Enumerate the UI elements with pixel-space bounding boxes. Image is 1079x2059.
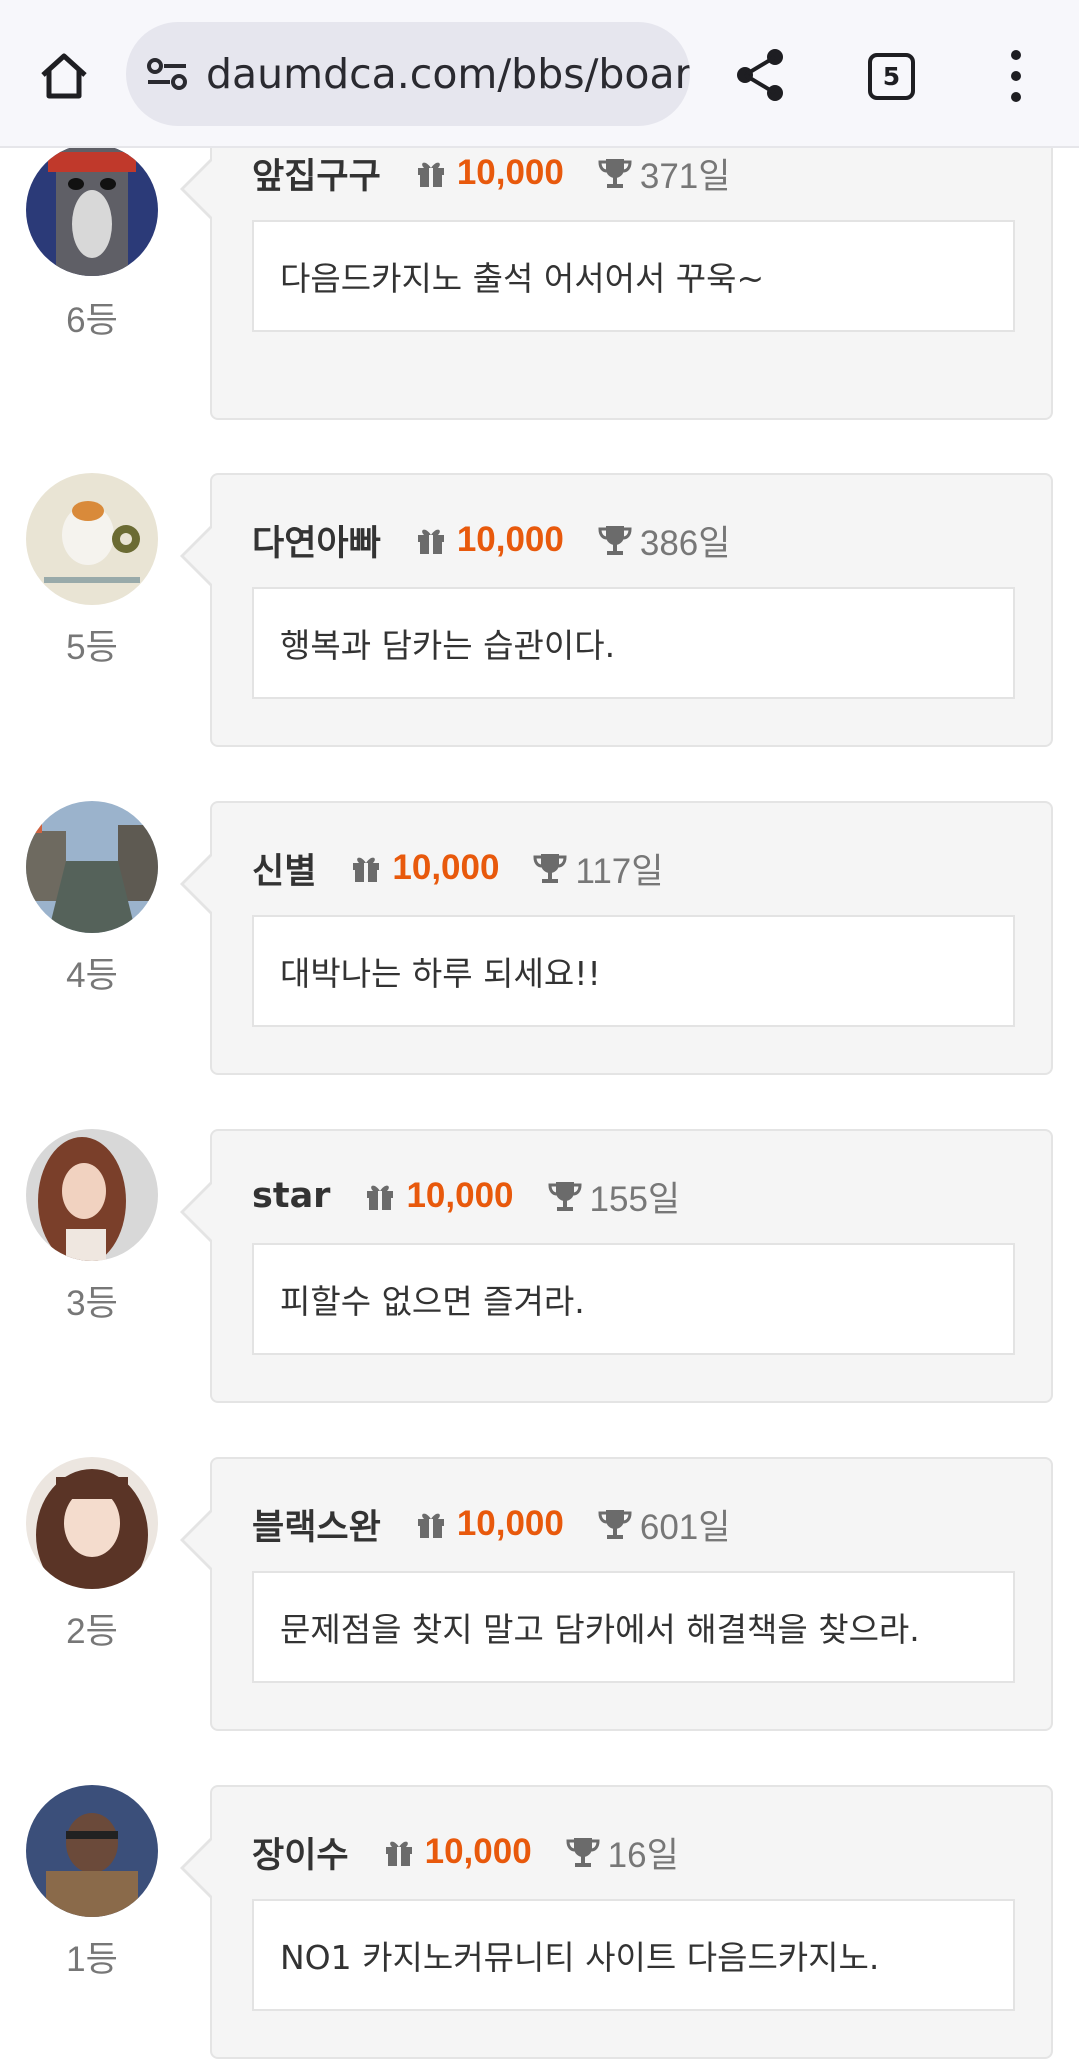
nickname[interactable]: 다연아빠 [252, 515, 381, 566]
share-icon [737, 49, 783, 101]
list-item: 5등 다연아빠 10,000 386일 행복과 담카는 습관이다. [0, 473, 1079, 747]
comment-card: 블랙스완 10,000 601일 문제점을 찾지 말고 담카에서 해결책을 찾으… [180, 1457, 1053, 1731]
nickname[interactable]: 블랙스완 [252, 1499, 381, 1550]
nickname[interactable]: star [252, 1176, 330, 1216]
points-value: 10,000 [392, 848, 500, 887]
gift-icon [350, 851, 384, 885]
comment-meta: star 10,000 155일 [252, 1171, 680, 1221]
avatar[interactable] [26, 473, 158, 605]
trophy-icon [548, 1178, 584, 1214]
gift-icon [415, 1507, 449, 1541]
avatar[interactable] [26, 1457, 158, 1589]
comment-text: 행복과 담카는 습관이다. [252, 587, 1015, 699]
attendance-days: 386일 [639, 523, 731, 563]
url-text: daumdca.com/bbs/boar [206, 50, 690, 98]
points-value: 10,000 [456, 1504, 564, 1543]
attendance-days: 16일 [607, 1835, 679, 1875]
avatar[interactable] [26, 801, 158, 933]
trophy-icon [598, 1506, 634, 1542]
points-value: 10,000 [406, 1176, 514, 1215]
rank-label: 5등 [66, 628, 118, 667]
rank-label: 4등 [66, 956, 118, 995]
comment-text: NO1 카지노커뮤니티 사이트 다음드카지노. [252, 1899, 1015, 2011]
comment-meta: 장이수 10,000 16일 [252, 1827, 679, 1877]
points-value: 10,000 [456, 520, 564, 559]
rank-label: 1등 [66, 1940, 118, 1979]
list-item: 3등 star 10,000 155일 피할수 없으면 즐겨라. [0, 1129, 1079, 1403]
comment-meta: 앞집구구 10,000 371일 [252, 148, 730, 198]
comment-meta: 신별 10,000 117일 [252, 843, 663, 893]
comment-text: 대박나는 하루 되세요!! [252, 915, 1015, 1027]
address-bar[interactable]: daumdca.com/bbs/boar [126, 22, 690, 126]
home-icon [41, 53, 87, 99]
avatar[interactable] [26, 1785, 158, 1917]
list-item: 1등 장이수 10,000 16일 NO1 카지노커뮤니티 사이트 다음드카지노… [0, 1785, 1079, 2059]
points-value: 10,000 [456, 153, 564, 192]
list-item: 2등 블랙스완 10,000 601일 문제점을 찾지 말고 담카에서 해결책을… [0, 1457, 1079, 1731]
comment-text: 피할수 없으면 즐겨라. [252, 1243, 1015, 1355]
attendance-days: 117일 [575, 851, 664, 891]
more-vert-icon[interactable] [996, 46, 1036, 106]
gift-icon [415, 523, 449, 557]
points-value: 10,000 [424, 1832, 532, 1871]
home-button[interactable] [32, 46, 96, 106]
browser-toolbar: daumdca.com/bbs/boar 5 [0, 0, 1079, 148]
attendance-days: 601일 [639, 1507, 731, 1547]
trophy-icon [598, 522, 634, 558]
gift-icon [383, 1835, 417, 1869]
gift-icon [364, 1179, 398, 1213]
comment-card: 다연아빠 10,000 386일 행복과 담카는 습관이다. [180, 473, 1053, 747]
comment-card: 앞집구구 10,000 371일 다음드카지노 출석 어서어서 꾸욱~ [180, 106, 1053, 420]
nickname[interactable]: 장이수 [252, 1827, 349, 1878]
comment-text: 다음드카지노 출석 어서어서 꾸욱~ [252, 220, 1015, 332]
trophy-icon [598, 155, 634, 191]
attendance-days: 155일 [589, 1179, 681, 1219]
list-item: 4등 신별 10,000 117일 대박나는 하루 되세요!! [0, 801, 1079, 1075]
comment-card: 장이수 10,000 16일 NO1 카지노커뮤니티 사이트 다음드카지노. [180, 1785, 1053, 2059]
comment-meta: 블랙스완 10,000 601일 [252, 1499, 730, 1549]
avatar[interactable] [26, 1129, 158, 1261]
attendance-days: 371일 [639, 156, 731, 196]
gift-icon [415, 156, 449, 190]
rank-label: 3등 [66, 1284, 118, 1323]
attendance-list: 6등 앞집구구 10,000 371일 다음드카지노 출석 어서어서 꾸욱~ 5… [0, 0, 1079, 2059]
trophy-icon [533, 850, 569, 886]
rank-label: 6등 [66, 301, 118, 340]
comment-card: star 10,000 155일 피할수 없으면 즐겨라. [180, 1129, 1053, 1403]
nickname[interactable]: 앞집구구 [252, 148, 381, 199]
list-item: 6등 앞집구구 10,000 371일 다음드카지노 출석 어서어서 꾸욱~ [0, 106, 1079, 420]
avatar[interactable] [26, 144, 158, 276]
trophy-icon [566, 1834, 602, 1870]
comment-text: 문제점을 찾지 말고 담카에서 해결책을 찾으라. [252, 1571, 1015, 1683]
nickname[interactable]: 신별 [252, 843, 316, 894]
comment-meta: 다연아빠 10,000 386일 [252, 515, 730, 565]
site-settings-icon[interactable] [146, 54, 188, 94]
comment-card: 신별 10,000 117일 대박나는 하루 되세요!! [180, 801, 1053, 1075]
tab-switcher-button[interactable]: 5 [868, 53, 915, 100]
rank-label: 2등 [66, 1612, 118, 1651]
share-button[interactable] [725, 44, 795, 106]
